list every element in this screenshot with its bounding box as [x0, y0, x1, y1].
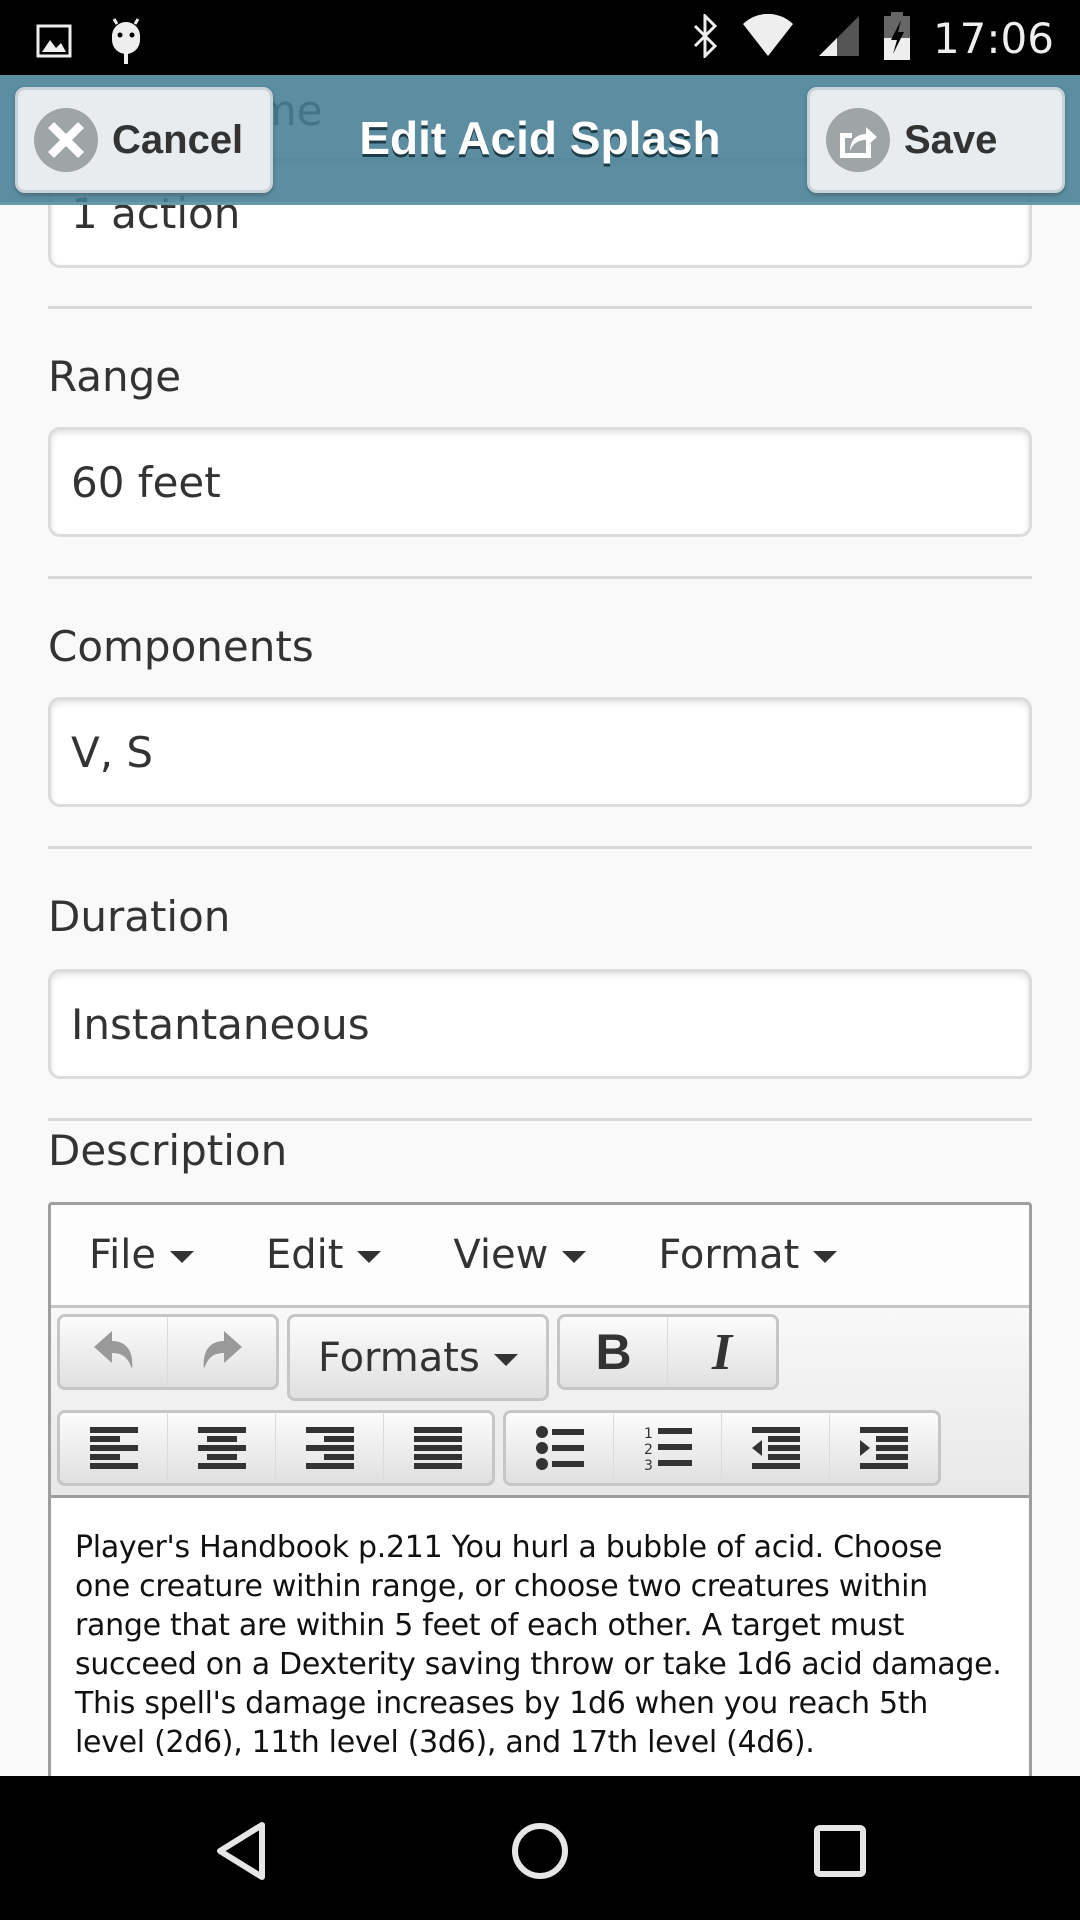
share-icon	[826, 108, 890, 172]
navigation-bar	[0, 1776, 1080, 1920]
cell-signal-icon	[817, 14, 861, 63]
outdent-icon	[751, 1427, 800, 1469]
status-clock: 17:06	[932, 14, 1054, 63]
menu-format[interactable]: Format	[658, 1232, 838, 1278]
caret-down-icon	[813, 1251, 838, 1263]
bullet-list-icon	[535, 1426, 584, 1470]
menu-file[interactable]: File	[89, 1232, 194, 1278]
outdent-button[interactable]	[722, 1413, 830, 1483]
menu-file-label: File	[89, 1232, 156, 1278]
app-header: Cancel Edit Acid Splash Save	[0, 75, 1080, 205]
svg-text:3: 3	[644, 1458, 653, 1471]
image-notification-icon	[36, 24, 72, 63]
text-style-group: B I	[557, 1314, 779, 1390]
indent-button[interactable]	[830, 1413, 938, 1483]
components-input[interactable]: V, S	[48, 697, 1032, 807]
alignment-group	[57, 1410, 495, 1486]
align-center-button[interactable]	[168, 1413, 276, 1483]
caret-down-icon	[357, 1251, 382, 1263]
italic-button[interactable]: I	[668, 1317, 776, 1387]
back-icon	[217, 1822, 265, 1880]
numbered-list-icon: 123	[644, 1426, 692, 1471]
description-editor: File Edit View Format Formats B I 1 2 3 …	[48, 1202, 1032, 1802]
bold-icon: B	[595, 1324, 632, 1380]
description-content[interactable]: Player's Handbook p.211 You hurl a bubbl…	[51, 1498, 1029, 1762]
range-input[interactable]: 60 feet	[48, 427, 1032, 537]
caret-down-icon	[169, 1251, 194, 1263]
italic-icon: I	[711, 1323, 733, 1381]
duration-input[interactable]: Instantaneous	[48, 969, 1032, 1079]
duration-label: Duration	[48, 892, 231, 941]
bullet-list-button[interactable]	[506, 1413, 614, 1483]
menu-format-label: Format	[658, 1232, 800, 1278]
caret-down-icon	[562, 1251, 587, 1263]
history-group	[57, 1314, 279, 1390]
menu-view[interactable]: View	[453, 1232, 587, 1278]
formats-dropdown[interactable]: Formats	[287, 1314, 549, 1401]
status-bar: 17:06	[0, 0, 1080, 75]
wifi-icon	[741, 13, 795, 63]
formats-label: Formats	[318, 1334, 480, 1381]
recents-icon	[814, 1825, 866, 1877]
undo-icon	[93, 1331, 132, 1369]
menu-edit-label: Edit	[265, 1232, 344, 1278]
home-button[interactable]	[505, 1816, 575, 1886]
editor-menubar: File Edit View Format	[51, 1205, 1029, 1308]
range-label: Range	[48, 352, 182, 401]
redo-button[interactable]	[168, 1317, 276, 1387]
menu-view-label: View	[453, 1232, 549, 1278]
bluetooth-icon	[691, 12, 719, 63]
screen: 17:06 Casting Time 1 action Range 60 fee…	[0, 0, 1080, 1920]
back-button[interactable]	[206, 1816, 276, 1886]
align-justify-button[interactable]	[384, 1413, 492, 1483]
home-icon	[512, 1823, 568, 1879]
description-label: Description	[48, 1126, 288, 1175]
align-right-icon	[305, 1427, 354, 1469]
numbered-list-button[interactable]: 123	[614, 1413, 722, 1483]
menu-edit[interactable]: Edit	[265, 1232, 382, 1278]
android-debug-icon	[108, 18, 144, 69]
divider	[48, 306, 1032, 309]
recents-button[interactable]	[805, 1816, 875, 1886]
align-left-button[interactable]	[60, 1413, 168, 1483]
undo-button[interactable]	[60, 1317, 168, 1387]
redo-icon	[203, 1331, 242, 1369]
save-button[interactable]: Save	[807, 87, 1065, 193]
editor-toolbar: Formats B I 1 2 3	[51, 1308, 1029, 1498]
bold-button[interactable]: B	[560, 1317, 668, 1387]
save-label: Save	[904, 117, 998, 162]
align-justify-icon	[414, 1427, 462, 1469]
indent-icon	[860, 1427, 908, 1469]
divider	[48, 846, 1032, 849]
svg-text:1: 1	[644, 1426, 653, 1442]
list-indent-group: 123	[503, 1410, 941, 1486]
svg-text:2: 2	[644, 1442, 653, 1458]
align-right-button[interactable]	[276, 1413, 384, 1483]
divider	[48, 1118, 1032, 1121]
align-center-icon	[197, 1427, 246, 1469]
caret-down-icon	[493, 1353, 518, 1366]
align-left-icon	[89, 1427, 138, 1469]
divider	[48, 576, 1032, 579]
components-label: Components	[48, 622, 314, 671]
battery-charging-icon	[883, 12, 911, 65]
